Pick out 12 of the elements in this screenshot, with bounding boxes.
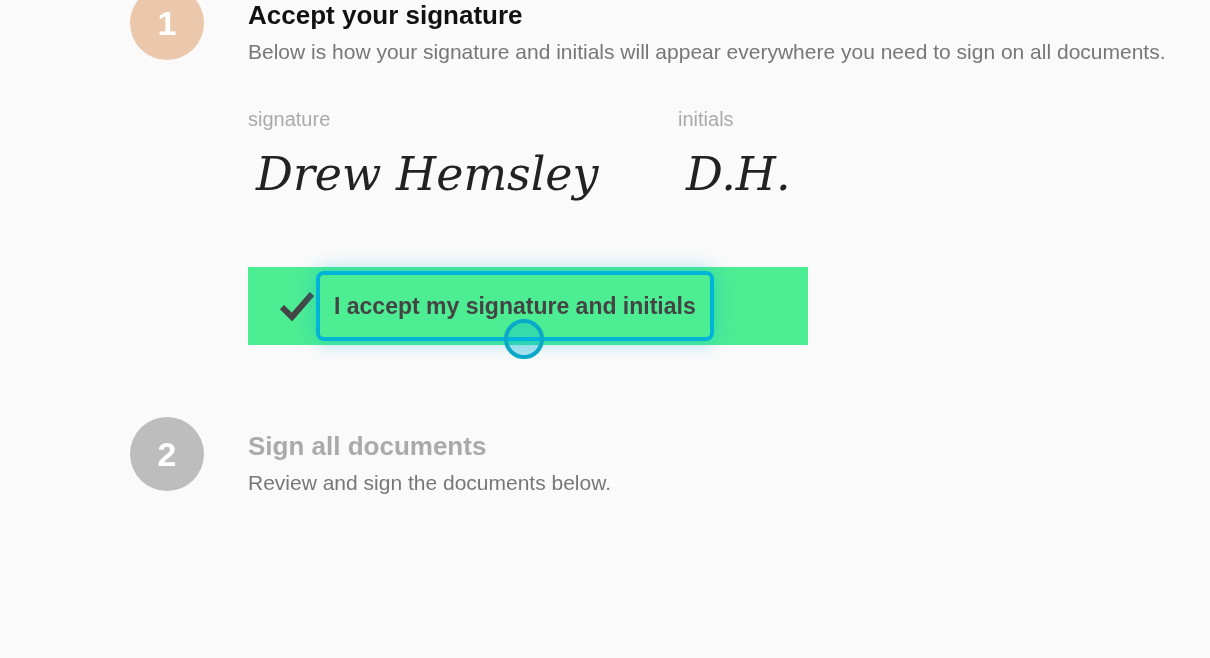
cursor-icon (504, 319, 544, 359)
accept-button[interactable]: I accept my signature and initials (316, 270, 714, 342)
initials-label: initials (678, 107, 735, 132)
initials-text: D.H. (684, 146, 791, 203)
signature-text: Drew Hemsley (254, 146, 600, 203)
step-description: Below is how your signature and initials will appear everywhere you need to sign on all documents. (248, 39, 1167, 65)
step-number: 2 (130, 417, 204, 491)
signature-label: signature (248, 107, 332, 132)
step-number: 1 (130, 0, 204, 60)
step-description: Review and sign the documents below. (248, 470, 613, 496)
step-title: Sign all documents (248, 431, 488, 461)
step-title: Accept your signature (248, 0, 524, 30)
